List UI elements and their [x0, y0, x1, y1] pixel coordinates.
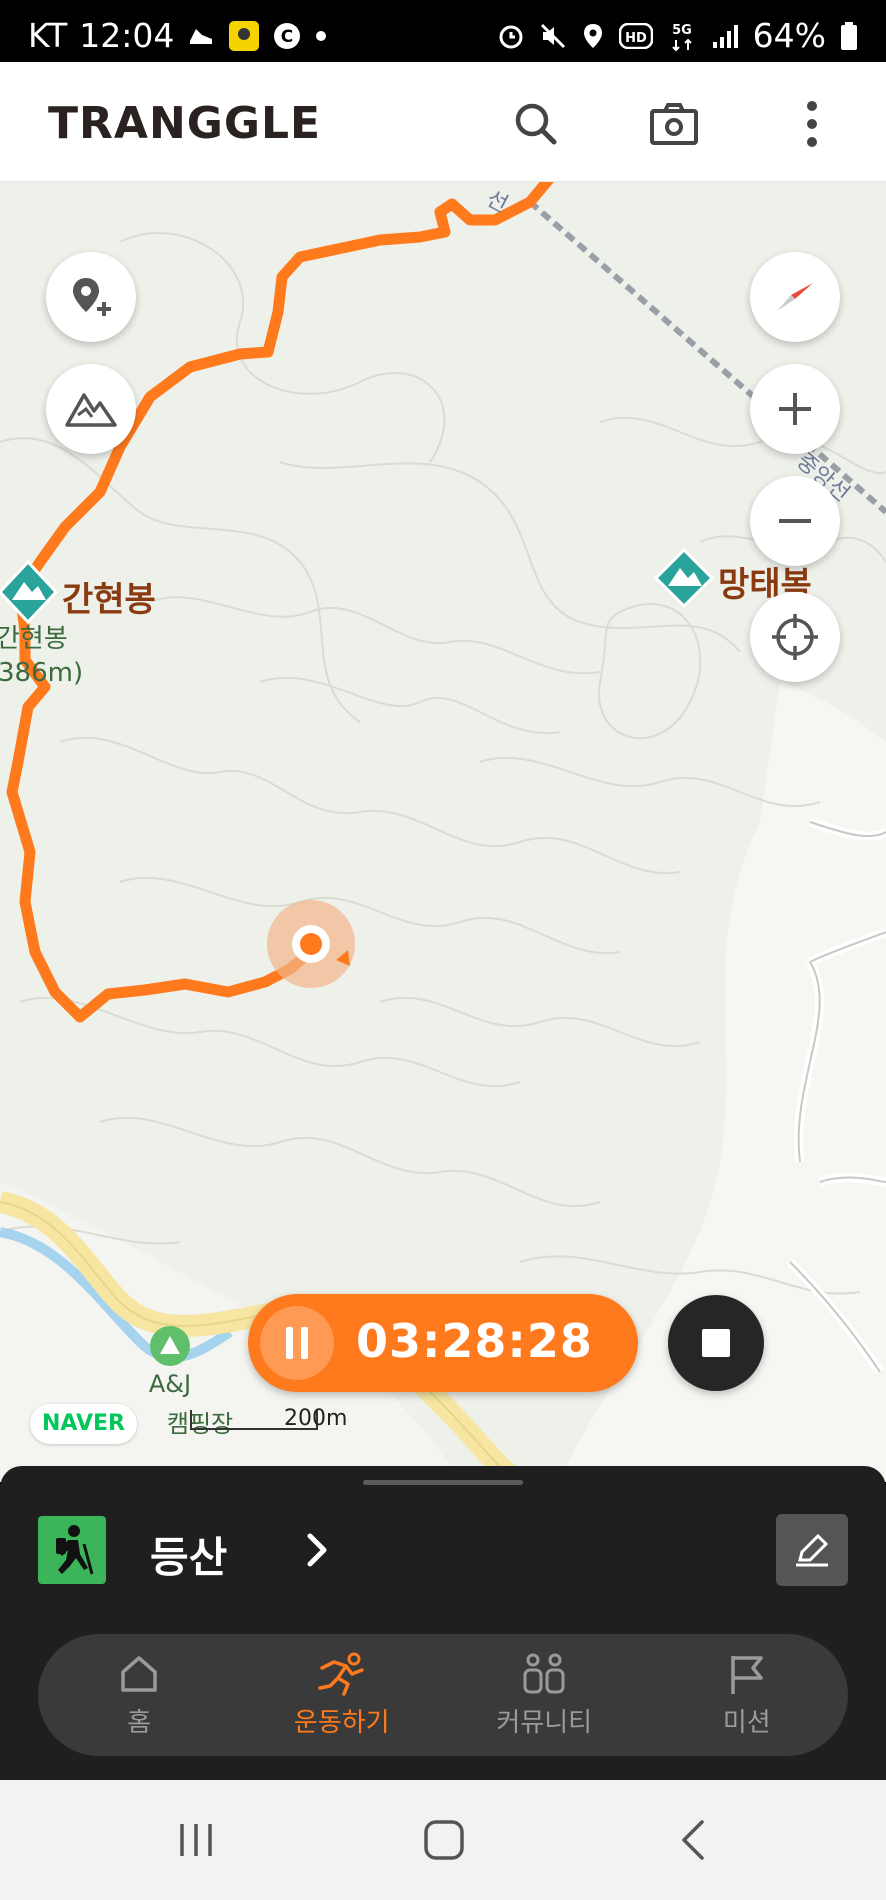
camera-icon: [650, 103, 698, 145]
map-view[interactable]: 선 중앙선 간현봉 간현봉 386m) 망태복 A&J 캠핑장 NAVER 20…: [0, 182, 886, 1482]
more-vert-icon: [807, 101, 817, 147]
add-location-icon: [73, 278, 111, 316]
tab-exercise[interactable]: 운동하기: [241, 1634, 444, 1756]
peak-marker-mangtaebok: [653, 547, 715, 609]
tab-community[interactable]: 커뮤니티: [443, 1634, 646, 1756]
activity-sheet: 등산 홈 운동하기 커뮤니티 미션: [0, 1466, 886, 1780]
battery-icon: [840, 21, 858, 51]
location-icon: [581, 22, 605, 50]
search-button[interactable]: [506, 94, 566, 154]
search-icon: [515, 103, 557, 145]
tab-community-label: 커뮤니티: [496, 1707, 593, 1738]
dot-icon: [314, 29, 328, 43]
svg-text:C: C: [281, 27, 293, 47]
recent-apps-button[interactable]: [166, 1810, 226, 1870]
crosshair-icon: [772, 614, 818, 660]
naver-logo[interactable]: NAVER: [30, 1404, 137, 1444]
map-canvas: [0, 182, 886, 1482]
tab-mission[interactable]: 미션: [646, 1634, 849, 1756]
camera-button[interactable]: [644, 94, 704, 154]
signal-icon: [711, 22, 739, 50]
add-place-button[interactable]: [46, 252, 136, 342]
mute-icon: [539, 22, 567, 50]
tab-home[interactable]: 홈: [38, 1634, 241, 1756]
tab-exercise-label: 운동하기: [293, 1707, 390, 1738]
stop-button[interactable]: [668, 1295, 764, 1391]
back-nav-button[interactable]: [664, 1810, 724, 1870]
camp-label-line1: A&J: [148, 1370, 192, 1398]
home-nav-button[interactable]: [414, 1810, 474, 1870]
peak-sub-elevation: 386m): [0, 658, 84, 688]
timer-pill: 03:28:28: [248, 1294, 638, 1392]
back-icon: [682, 1820, 704, 1860]
elapsed-time: 03:28:28: [356, 1314, 593, 1368]
minus-icon: [779, 519, 811, 523]
app-logo: TRANGGLE: [48, 98, 322, 149]
svg-text:5G: 5G: [672, 23, 692, 38]
zoom-in-button[interactable]: [750, 364, 840, 454]
pause-icon: [286, 1327, 308, 1359]
sheet-grabber[interactable]: [363, 1480, 523, 1485]
plus-icon: [779, 393, 811, 425]
peak-marker-ganhyeonbong: [0, 559, 59, 625]
c-circle-icon: C: [272, 21, 302, 51]
carrier-text: KT: [28, 16, 68, 55]
running-icon: [318, 1652, 364, 1696]
clock-text: 12:04: [79, 16, 175, 55]
shoe-icon: [186, 21, 216, 51]
community-icon: [523, 1653, 565, 1693]
peak-sub-name: 간현봉: [0, 624, 68, 654]
hd-icon: HD: [618, 22, 653, 49]
pencil-icon: [796, 1533, 829, 1567]
stop-icon: [702, 1329, 730, 1357]
edit-button[interactable]: [776, 1514, 848, 1586]
alarm-icon: [497, 22, 525, 50]
hiking-icon: [38, 1516, 106, 1584]
home-icon: [121, 1655, 157, 1692]
pause-button[interactable]: [260, 1306, 334, 1380]
chevron-right-icon[interactable]: [306, 1532, 330, 1572]
mountain-icon: [65, 393, 117, 427]
status-bar: KT 12:04 C HD 5G 64%: [0, 0, 886, 62]
app-header: TRANGGLE: [0, 62, 886, 182]
zoom-out-button[interactable]: [750, 476, 840, 566]
tab-mission-label: 미션: [722, 1707, 771, 1738]
system-nav-bar: [0, 1780, 886, 1900]
battery-percent: 64%: [752, 16, 826, 55]
compass-button[interactable]: [750, 252, 840, 342]
svg-text:HD: HD: [625, 31, 647, 46]
mountain-button[interactable]: [46, 364, 136, 454]
scale-label: 200m: [284, 1406, 348, 1431]
app-badge-icon: [228, 20, 260, 52]
peak-label-ganhyeonbong: 간현봉: [62, 580, 156, 620]
activity-type-label[interactable]: 등산: [150, 1524, 227, 1585]
recents-icon: [180, 1824, 212, 1856]
compass-icon: [777, 283, 813, 311]
my-location-button[interactable]: [750, 592, 840, 682]
more-button[interactable]: [782, 94, 842, 154]
flag-icon: [731, 1655, 763, 1694]
tab-home-label: 홈: [127, 1707, 152, 1738]
home-square-icon: [424, 1820, 464, 1860]
network-5g-icon: 5G: [667, 20, 697, 52]
bottom-tab-bar: 홈 운동하기 커뮤니티 미션: [38, 1634, 848, 1756]
